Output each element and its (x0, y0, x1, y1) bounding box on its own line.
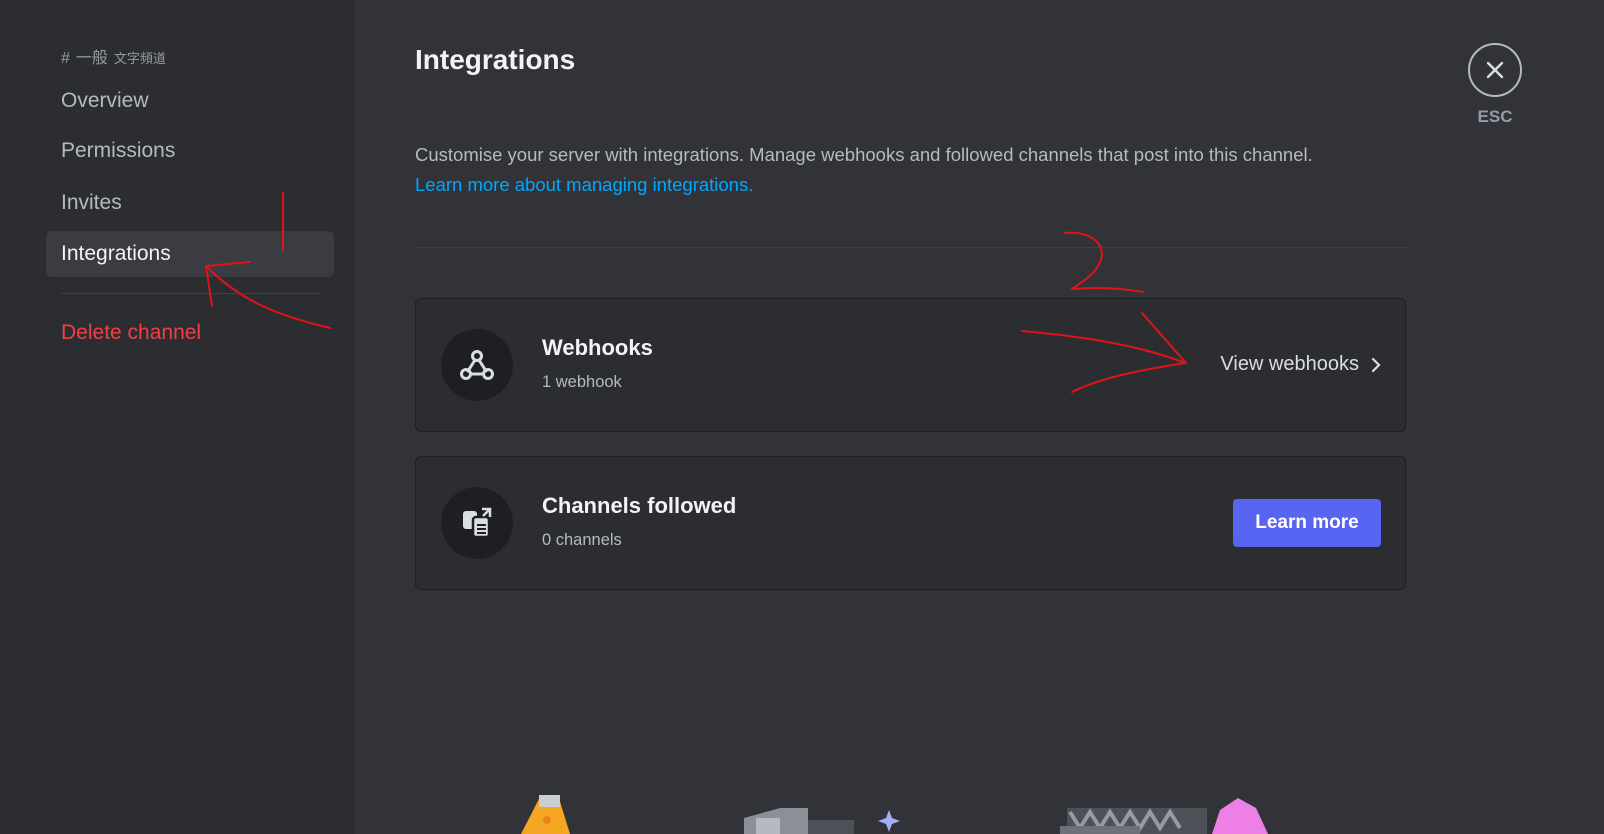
sidebar-item-label: Permissions (61, 139, 176, 162)
webhooks-count: 1 webhook (542, 373, 622, 391)
page-title: Integrations (415, 44, 576, 75)
webhook-icon (441, 329, 513, 401)
esc-label: ESC (1477, 107, 1513, 126)
close-button[interactable] (1468, 43, 1522, 97)
channels-followed-title: Channels followed (542, 493, 737, 518)
sidebar-item-label: Overview (61, 89, 149, 112)
sidebar-item-invites[interactable]: Invites (46, 180, 334, 226)
close-icon (1486, 61, 1504, 79)
channel-follow-icon (441, 487, 513, 559)
settings-sidebar: # 一般 文字頻道 Overview Permissions Invites I… (0, 0, 355, 834)
channel-header: # 一般 文字頻道 (61, 44, 166, 68)
learn-more-button[interactable]: Learn more (1233, 499, 1381, 547)
chevron-right-icon (1371, 357, 1381, 372)
sidebar-item-integrations[interactable]: Integrations (46, 231, 334, 277)
view-webhooks-button[interactable]: View webhooks (1220, 353, 1381, 376)
channels-followed-count: 0 channels (542, 531, 622, 549)
channel-type: 文字頻道 (113, 51, 166, 66)
channels-followed-card: Channels followed 0 channels Learn more (415, 456, 1406, 590)
channel-hash-icon: # (61, 50, 70, 67)
sidebar-item-permissions[interactable]: Permissions (46, 128, 334, 174)
close-control: ESC (1467, 43, 1523, 127)
sidebar-divider (61, 293, 319, 294)
webhooks-title: Webhooks (542, 335, 653, 360)
sidebar-item-label: Integrations (61, 242, 171, 265)
learn-more-integrations-link[interactable]: Learn more about managing integrations. (415, 174, 753, 195)
description-text: Customise your server with integrations.… (415, 144, 1313, 165)
sidebar-item-label: Invites (61, 191, 122, 214)
page-description: Customise your server with integrations.… (415, 140, 1395, 200)
sidebar-item-overview[interactable]: Overview (46, 78, 334, 124)
view-webhooks-label: View webhooks (1220, 353, 1359, 375)
channel-name: 一般 (75, 50, 108, 67)
delete-channel-button[interactable]: Delete channel (46, 310, 334, 356)
delete-channel-label: Delete channel (61, 321, 202, 344)
content-divider (415, 247, 1406, 248)
webhooks-card[interactable]: Webhooks 1 webhook View webhooks (415, 298, 1406, 432)
